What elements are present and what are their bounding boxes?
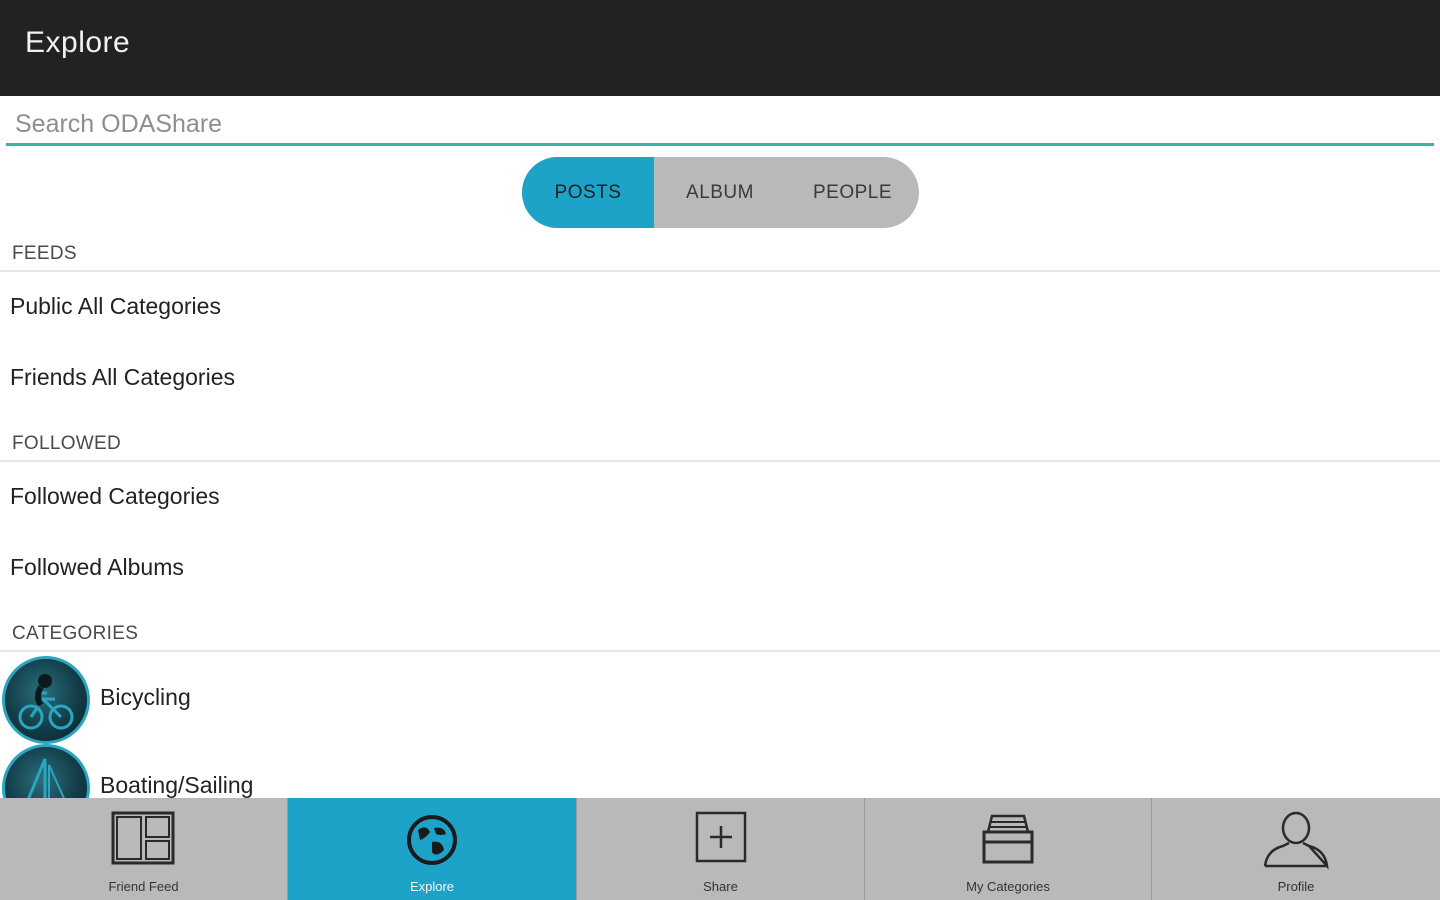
section-header-label: FEEDS <box>12 243 77 264</box>
list-item-followed-albums[interactable]: Followed Albums <box>0 537 1440 597</box>
segment-people[interactable]: PEOPLE <box>786 157 919 228</box>
globe-icon <box>404 810 460 873</box>
segmented-control: POSTS ALBUM PEOPLE <box>522 157 919 228</box>
bottom-tab-bar: Friend Feed Explore Share My Categories … <box>0 798 1440 900</box>
tab-explore[interactable]: Explore <box>288 798 577 900</box>
add-box-icon <box>694 810 748 871</box>
tab-profile[interactable]: Profile <box>1152 798 1440 900</box>
category-item-boating-sailing[interactable]: Boating/Sailing <box>0 744 1440 798</box>
tab-share[interactable]: Share <box>577 798 865 900</box>
segment-album[interactable]: ALBUM <box>654 157 786 228</box>
app-bar: Explore <box>0 0 1440 96</box>
search-input[interactable] <box>15 108 1415 140</box>
list-item-public-all-categories[interactable]: Public All Categories <box>0 276 1440 336</box>
list-item-label: Friends All Categories <box>10 364 235 390</box>
categories-box-icon <box>980 810 1036 871</box>
friend-feed-icon <box>111 810 177 873</box>
tab-my-categories[interactable]: My Categories <box>865 798 1152 900</box>
list-item-label: Followed Categories <box>10 483 220 509</box>
tab-label: Profile <box>1277 879 1315 894</box>
list-item-followed-categories[interactable]: Followed Categories <box>0 466 1440 526</box>
tab-label: My Categories <box>966 879 1050 894</box>
list-item-label: Public All Categories <box>10 293 221 319</box>
section-header-feeds: FEEDS <box>0 242 1440 272</box>
section-header-followed: FOLLOWED <box>0 432 1440 462</box>
tab-friend-feed[interactable]: Friend Feed <box>0 798 288 900</box>
category-label: Boating/Sailing <box>100 772 254 798</box>
tab-label: Share <box>703 879 738 894</box>
segment-posts[interactable]: POSTS <box>522 157 654 228</box>
sailboat-icon <box>2 744 90 798</box>
person-icon <box>1261 810 1331 875</box>
category-label: Bicycling <box>100 684 191 710</box>
section-header-label: CATEGORIES <box>12 623 139 644</box>
tab-label: Friend Feed <box>108 879 179 894</box>
list-item-friends-all-categories[interactable]: Friends All Categories <box>0 347 1440 407</box>
search-bar <box>6 104 1434 146</box>
section-header-label: FOLLOWED <box>12 433 122 454</box>
list-item-label: Followed Albums <box>10 554 184 580</box>
bicycle-icon <box>2 656 90 744</box>
section-header-categories: CATEGORIES <box>0 622 1440 652</box>
category-item-bicycling[interactable]: Bicycling <box>0 656 1440 744</box>
tab-label: Explore <box>409 879 455 894</box>
page-title: Explore <box>25 26 131 59</box>
